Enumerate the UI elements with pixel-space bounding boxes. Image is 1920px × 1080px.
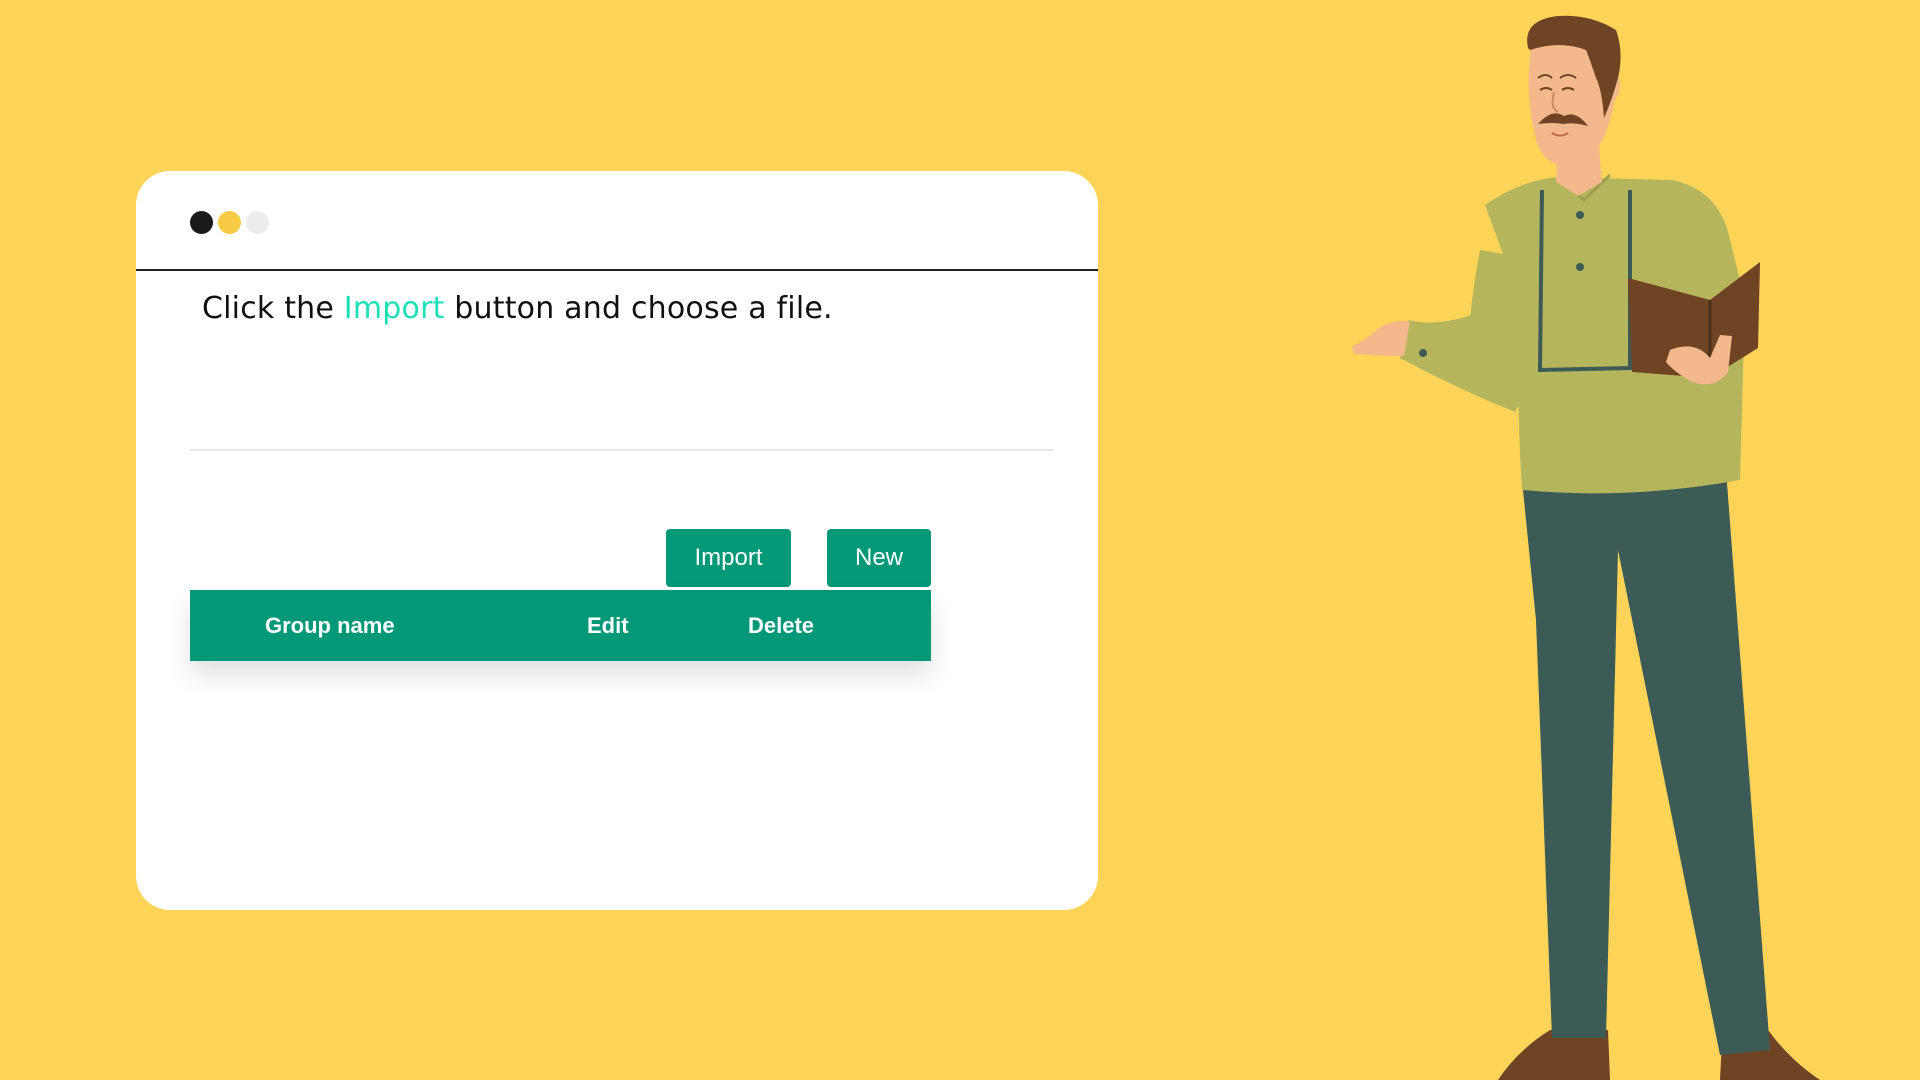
header-divider	[136, 269, 1098, 271]
instruction-text: Click the Import button and choose a fil…	[202, 291, 833, 326]
column-header-edit[interactable]: Edit	[587, 590, 629, 661]
column-header-delete[interactable]: Delete	[748, 590, 814, 661]
new-button[interactable]: New	[827, 529, 931, 587]
section-divider	[190, 449, 1054, 451]
presenter-illustration	[1352, 15, 1820, 1080]
app-window: Click the Import button and choose a fil…	[136, 171, 1098, 910]
groups-table-header: Group name Edit Delete	[190, 590, 931, 661]
window-dot-gray-icon	[246, 211, 269, 234]
import-button[interactable]: Import	[666, 529, 791, 587]
instruction-highlight: Import	[343, 291, 445, 326]
window-dot-yellow-icon	[218, 211, 241, 234]
window-controls	[190, 211, 269, 234]
instruction-after: button and choose a file.	[444, 291, 833, 326]
column-header-group-name[interactable]: Group name	[265, 590, 395, 661]
instruction-before: Click the	[202, 291, 344, 326]
window-dot-black-icon	[190, 211, 213, 234]
